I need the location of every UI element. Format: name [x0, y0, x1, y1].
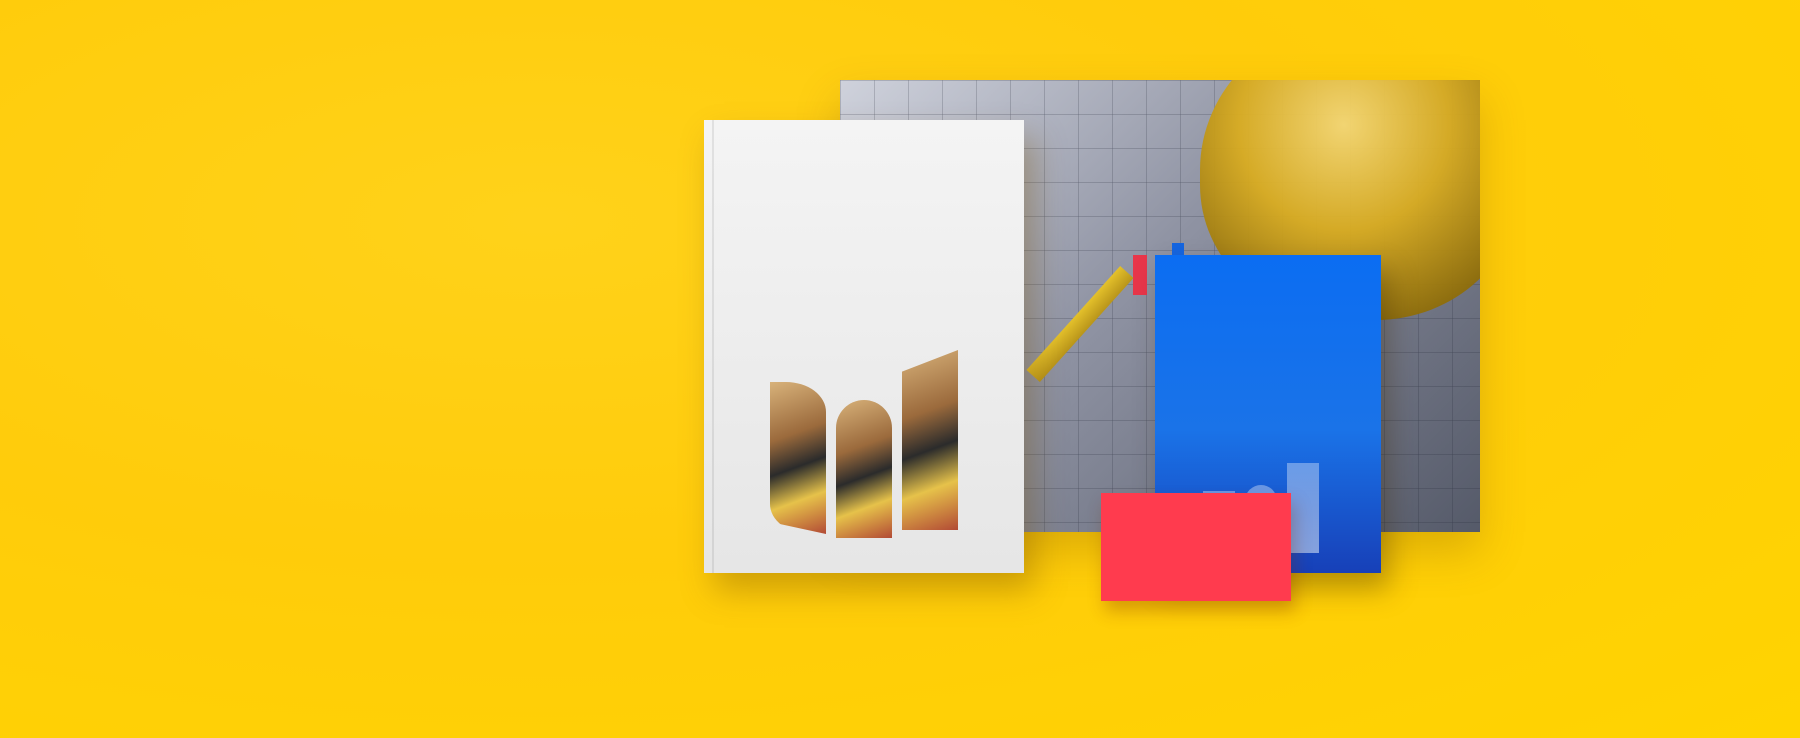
booklet-logo-cutout-right: [1287, 463, 1319, 553]
mockup-scene: [0, 0, 1800, 738]
red-business-card: [1101, 493, 1291, 601]
booklet-red-tab: [1133, 255, 1147, 295]
brochure-logo-cutout-left: [770, 382, 826, 534]
white-brochure: [704, 120, 1024, 573]
brochure-logo-cutout-middle: [836, 400, 892, 538]
brochure-logo-cutout-right: [902, 350, 958, 530]
